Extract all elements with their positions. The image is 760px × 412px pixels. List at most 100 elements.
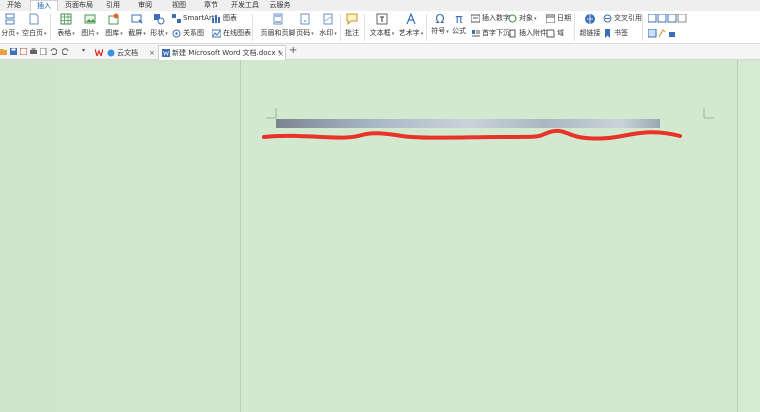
date-button[interactable]: 日期 <box>546 14 571 23</box>
textbox-label: 文本框 <box>369 29 391 37</box>
red-annotation-stroke <box>262 128 682 141</box>
blank-page-button[interactable]: 空白页▾ <box>22 13 47 39</box>
textbox-icon <box>376 13 388 25</box>
extra-tools-row-1 <box>648 14 688 23</box>
shape-label: 形状 <box>150 29 165 37</box>
header-footer-button[interactable]: 页眉和页脚 <box>258 13 298 38</box>
page-break-label: 分页 <box>1 29 16 37</box>
smartart-label: SmartArt <box>183 14 215 22</box>
tab-current-document[interactable]: 新建 Microsoft Word 文档.docx * × <box>158 45 286 60</box>
print-icon[interactable] <box>30 48 37 55</box>
online-chart-label: 在线图表 <box>223 29 251 37</box>
header-footer-icon <box>273 13 283 25</box>
open-folder-icon[interactable] <box>0 48 7 55</box>
print-preview-icon[interactable] <box>40 48 47 55</box>
page-break-icon <box>5 13 15 25</box>
formula-button[interactable]: π 公式 <box>450 13 468 36</box>
hyperlink-icon <box>585 14 595 24</box>
cloud-icon <box>107 49 115 56</box>
smartart-button[interactable]: SmartArt <box>172 14 215 23</box>
drop-cap-label: 首字下沉 <box>482 29 510 37</box>
comment-icon <box>346 13 358 25</box>
drop-cap-button[interactable]: 首字下沉 <box>471 29 510 38</box>
ribbon-divider <box>426 14 427 41</box>
screenshot-button[interactable]: 截屏▾ <box>126 13 148 39</box>
tab-cloud[interactable]: 云服务 <box>268 0 292 11</box>
save-icon[interactable] <box>10 48 17 55</box>
object-button[interactable]: 对象 ▾ <box>508 14 537 23</box>
textbox-button[interactable]: 文本框▾ <box>369 13 395 39</box>
comment-button[interactable]: 批注 <box>343 13 361 38</box>
insert-number-icon <box>471 14 480 23</box>
cross-reference-button[interactable]: 交叉引用 <box>603 14 642 23</box>
header-footer-label: 页眉和页脚 <box>260 29 296 37</box>
object-icon <box>508 14 517 23</box>
online-chart-button[interactable]: 在线图表 <box>212 29 251 38</box>
chevron-down-icon[interactable]: ▾ <box>82 47 85 54</box>
document-tab-bar: ▾ 云文档 × 新建 Microsoft Word 文档.docx * × + <box>0 44 760 60</box>
insert-attachment-button[interactable]: 插入附件 <box>508 29 547 38</box>
tab-cloud-docs[interactable]: 云文档 × <box>92 45 156 60</box>
form-tools-icon[interactable] <box>648 29 678 38</box>
watermark-icon <box>323 13 333 25</box>
picture-label: 图片 <box>81 29 96 37</box>
symbol-button[interactable]: Ω 符号▾ <box>429 13 451 37</box>
tab-references[interactable]: 引用 <box>104 0 122 11</box>
page-number-label: 页码 <box>296 29 311 37</box>
symbol-label: 符号 <box>431 27 446 35</box>
margin-corner-marker <box>703 108 714 119</box>
shape-icon <box>154 14 165 25</box>
formula-label: 公式 <box>452 27 466 35</box>
margin-corner-marker <box>266 108 277 119</box>
gallery-button[interactable]: 图库▾ <box>103 13 125 39</box>
relation-icon <box>172 29 181 38</box>
redo-icon[interactable] <box>62 48 69 55</box>
header-image[interactable] <box>276 119 660 128</box>
chart-button[interactable]: 图表 <box>212 14 237 23</box>
menu-tab-bar: 开始 插入 页面布局 引用 审阅 视图 章节 开发工具 云服务 <box>0 0 760 11</box>
blank-page-label: 空白页 <box>22 29 43 37</box>
new-tab-button[interactable]: + <box>289 45 297 56</box>
wordart-label: 艺术字 <box>398 29 420 37</box>
tab-page-layout[interactable]: 页面布局 <box>64 0 94 11</box>
page-break-button[interactable]: 分页▾ <box>1 13 19 39</box>
undo-icon[interactable] <box>50 48 57 55</box>
page-number-button[interactable]: 页码▾ <box>294 13 316 39</box>
insert-number-button[interactable]: 插入数字 <box>471 14 510 23</box>
wordart-button[interactable]: 艺术字▾ <box>398 13 424 39</box>
field-button[interactable]: 域 <box>546 29 564 38</box>
ribbon-divider <box>574 14 575 41</box>
tab-view[interactable]: 视图 <box>170 0 188 11</box>
tab-developer[interactable]: 开发工具 <box>230 0 260 11</box>
close-icon[interactable]: × <box>149 46 155 60</box>
tab-review[interactable]: 审阅 <box>136 0 154 11</box>
bookmark-label: 书签 <box>614 29 628 37</box>
picture-button[interactable]: 图片▾ <box>79 13 101 39</box>
wps-logo-icon <box>95 49 103 56</box>
layout-options-icon[interactable] <box>648 14 688 23</box>
bookmark-button[interactable]: 书签 <box>603 29 628 38</box>
pi-icon: π <box>455 12 463 26</box>
document-page[interactable] <box>240 60 738 412</box>
chart-icon <box>212 15 220 23</box>
tab-insert[interactable]: 插入 <box>30 0 58 11</box>
hyperlink-button[interactable]: 超链接 <box>578 13 602 38</box>
watermark-button[interactable]: 水印▾ <box>317 13 339 39</box>
cross-reference-icon <box>603 14 612 23</box>
ribbon-divider <box>642 14 643 41</box>
relation-label: 关系图 <box>183 29 204 37</box>
ribbon-divider <box>50 14 51 41</box>
shape-button[interactable]: 形状▾ <box>148 13 170 39</box>
word-doc-icon <box>162 49 170 57</box>
table-button[interactable]: 表格▾ <box>55 13 77 39</box>
hyperlink-label: 超链接 <box>579 29 601 37</box>
wordart-icon <box>406 13 416 25</box>
table-icon <box>60 13 72 25</box>
date-label: 日期 <box>557 14 571 22</box>
chart-label: 图表 <box>223 14 237 22</box>
close-icon[interactable]: × <box>278 47 284 61</box>
tab-section[interactable]: 章节 <box>202 0 220 11</box>
relation-diagram-button[interactable]: 关系图 <box>172 29 204 38</box>
export-pdf-icon[interactable] <box>20 48 27 55</box>
tab-home[interactable]: 开始 <box>3 0 25 11</box>
